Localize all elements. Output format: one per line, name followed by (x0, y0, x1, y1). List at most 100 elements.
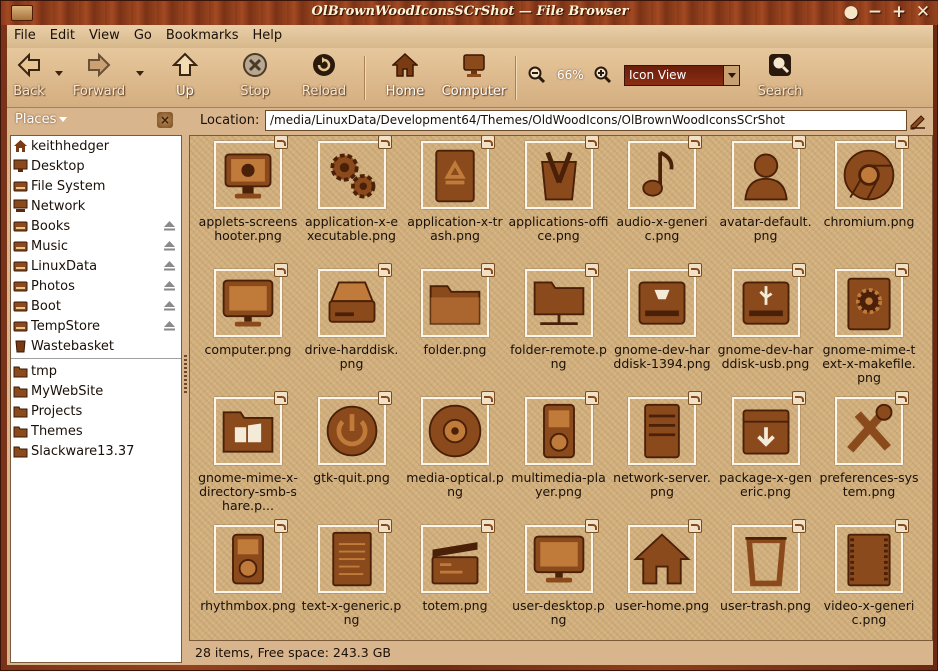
eject-icon[interactable] (164, 281, 175, 291)
file-item[interactable]: video-x-generic.png (817, 519, 921, 640)
file-item[interactable]: text-x-generic.png (300, 519, 404, 640)
drive-icon (13, 301, 28, 312)
menu-go[interactable]: Go (127, 25, 159, 48)
file-item[interactable]: chromium.png (817, 136, 921, 264)
folder-icon (429, 285, 481, 325)
file-item[interactable]: computer.png (196, 263, 300, 392)
maximize-button[interactable]: + (889, 3, 909, 22)
menu-view[interactable]: View (82, 25, 127, 48)
sidebar-item[interactable]: File System (11, 176, 181, 196)
back-arrow-icon (17, 52, 40, 78)
home-icon (14, 140, 27, 152)
file-item[interactable]: folder-remote.png (507, 263, 611, 392)
file-item[interactable]: gnome-dev-harddisk-1394.png (610, 263, 714, 392)
file-name: avatar-default.png (719, 214, 812, 243)
sidebar-bookmark[interactable]: MyWebSite (11, 381, 181, 401)
file-item[interactable]: totem.png (403, 519, 507, 640)
home-button[interactable]: Home (383, 52, 427, 104)
sidebar-item[interactable]: Books (11, 216, 181, 236)
title-bar[interactable]: OlBrownWoodIconsSCrShot — File Browser ●… (1, 1, 938, 25)
file-item[interactable]: application-x-executable.png (300, 136, 404, 264)
file-item[interactable]: rhythmbox.png (196, 519, 300, 640)
sidebar-item[interactable]: Wastebasket (11, 336, 181, 356)
sidebar-bookmark[interactable]: Slackware13.37 (11, 441, 181, 461)
back-history-dropdown[interactable] (55, 71, 63, 76)
up-button[interactable]: Up (165, 52, 205, 104)
file-item[interactable]: preferences-system.png (817, 391, 921, 520)
file-item[interactable]: user-trash.png (714, 519, 818, 640)
file-thumbnail (731, 391, 806, 465)
eject-icon[interactable] (164, 301, 175, 311)
file-item[interactable]: media-optical.png (403, 391, 507, 520)
file-item[interactable]: audio-x-generic.png (610, 136, 714, 264)
computer-button[interactable]: Computer (441, 52, 507, 104)
sidebar-item[interactable]: keithhedger (11, 136, 181, 156)
file-item[interactable]: multimedia-player.png (507, 391, 611, 520)
shade-button[interactable]: ● (841, 3, 861, 22)
sidebar-item[interactable]: Desktop (11, 156, 181, 176)
file-name: video-x-generic.png (823, 598, 915, 627)
file-item[interactable]: user-home.png (610, 519, 714, 640)
sidebar-item-label: LinuxData (31, 258, 98, 274)
sidebar-item[interactable]: Network (11, 196, 181, 216)
file-item[interactable]: package-x-generic.png (714, 391, 818, 520)
minimize-button[interactable]: − (865, 3, 885, 22)
sidebar-item[interactable]: Music (11, 236, 181, 256)
zoom-out-icon[interactable] (528, 66, 546, 84)
places-dropdown[interactable]: Places (15, 112, 67, 127)
edit-location-icon[interactable] (909, 112, 927, 130)
symlink-emblem-icon (481, 136, 495, 149)
eject-icon[interactable] (164, 221, 175, 231)
zoom-in-icon[interactable] (594, 66, 612, 84)
menu-edit[interactable]: Edit (43, 25, 82, 48)
file-item[interactable]: avatar-default.png (714, 136, 818, 264)
toolbar: Back Forward Up Stop Reload Home Compute… (7, 48, 933, 108)
sidebar-item[interactable]: Boot (11, 296, 181, 316)
file-item[interactable]: gnome-mime-x-directory-smb-share.p... (196, 391, 300, 520)
menu-file[interactable]: File (7, 25, 43, 48)
file-item[interactable]: applets-screenshooter.png (196, 136, 300, 264)
file-item[interactable]: gnome-mime-text-x-makefile.png (817, 263, 921, 392)
file-thumbnail (628, 519, 702, 593)
file-item[interactable]: gnome-dev-harddisk-usb.png (714, 263, 818, 392)
sidebar-item[interactable]: TempStore (11, 316, 181, 336)
symlink-emblem-icon (688, 391, 702, 405)
sidebar-item-label: MyWebSite (31, 383, 104, 399)
pane-resize-handle[interactable] (184, 355, 187, 395)
stop-icon (243, 53, 267, 77)
symlink-emblem-icon (895, 263, 909, 277)
file-name: totem.png (422, 598, 488, 613)
stop-button[interactable]: Stop (233, 52, 277, 104)
eject-icon[interactable] (164, 241, 175, 251)
view-mode-select[interactable]: Icon View (624, 65, 740, 86)
file-item[interactable]: user-desktop.png (507, 519, 611, 640)
reload-button[interactable]: Reload (299, 52, 349, 104)
file-item[interactable]: network-server.png (610, 391, 714, 520)
sidebar-bookmark[interactable]: tmp (11, 361, 181, 381)
location-input[interactable]: /media/LinuxData/Development64/Themes/Ol… (265, 110, 907, 131)
file-item[interactable]: application-x-trash.png (403, 136, 507, 264)
close-sidebar-icon[interactable]: × (157, 112, 173, 128)
eject-icon[interactable] (164, 261, 175, 271)
eject-icon[interactable] (164, 321, 175, 331)
file-item[interactable]: drive-harddisk.png (300, 263, 404, 392)
menu-help[interactable]: Help (245, 25, 289, 48)
search-button[interactable]: Search (757, 52, 803, 104)
sidebar-item[interactable]: LinuxData (11, 256, 181, 276)
menu-bookmarks[interactable]: Bookmarks (159, 25, 246, 48)
home-icon (633, 533, 691, 585)
forward-history-dropdown[interactable] (136, 71, 144, 76)
file-item[interactable]: folder.png (403, 263, 507, 392)
close-button[interactable]: ✕ (913, 3, 933, 22)
sidebar-item[interactable]: Photos (11, 276, 181, 296)
sidebar-bookmark[interactable]: Themes (11, 421, 181, 441)
file-item[interactable]: applications-office.png (507, 136, 611, 264)
file-thumbnail (731, 519, 806, 593)
file-thumbnail (317, 391, 392, 465)
file-item[interactable]: gtk-quit.png (300, 391, 404, 520)
sidebar-bookmark[interactable]: Projects (11, 401, 181, 421)
text-icon (331, 531, 372, 587)
folder-icon (13, 386, 28, 398)
back-button[interactable]: Back (9, 52, 49, 104)
forward-button[interactable]: Forward (69, 52, 129, 104)
